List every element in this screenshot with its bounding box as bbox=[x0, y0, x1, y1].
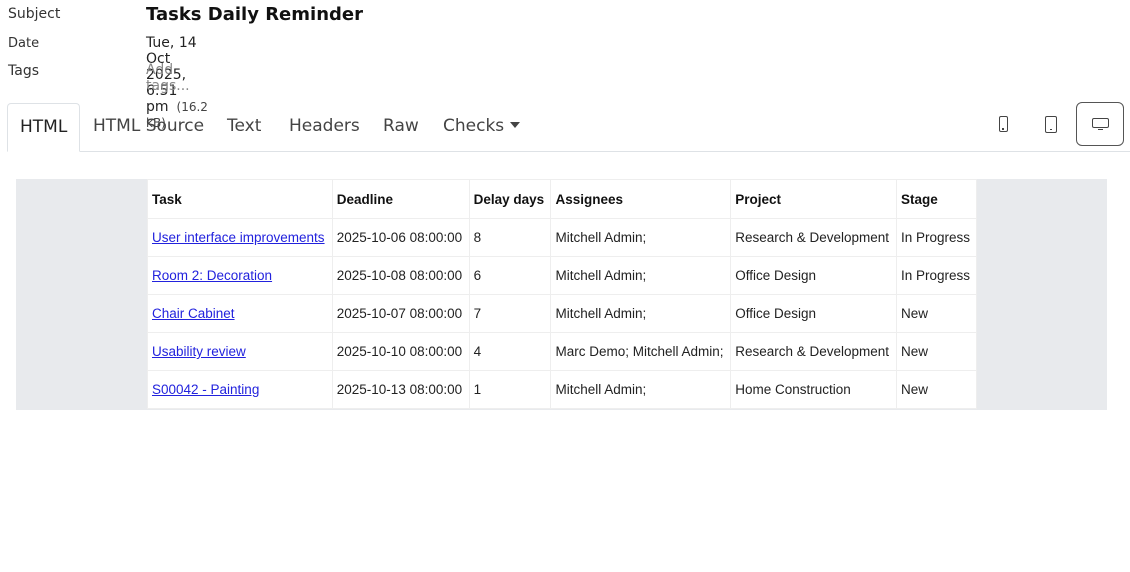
desktop-icon bbox=[1091, 117, 1109, 131]
tab-checks-label: Checks bbox=[443, 116, 505, 136]
table-row: S00042 - Painting 2025-10-13 08:00:00 1 … bbox=[147, 370, 977, 409]
project-cell: Office Design bbox=[730, 256, 898, 295]
tab-html-source[interactable]: HTML Source bbox=[81, 103, 216, 150]
task-cell: User interface improvements bbox=[147, 218, 333, 257]
project-cell: Research & Development bbox=[730, 218, 898, 257]
delay-cell: 7 bbox=[468, 294, 552, 333]
delay-cell: 8 bbox=[468, 218, 552, 257]
delay-cell: 4 bbox=[468, 332, 552, 371]
deadline-cell: 2025-10-13 08:00:00 bbox=[331, 370, 470, 409]
caret-down-icon bbox=[510, 122, 521, 128]
project-cell: Office Design bbox=[730, 294, 898, 333]
column-header-task: Task bbox=[147, 179, 333, 219]
phone-icon bbox=[998, 116, 1008, 132]
tab-headers[interactable]: Headers bbox=[277, 103, 372, 150]
column-header-project: Project bbox=[730, 179, 898, 219]
task-cell: S00042 - Painting bbox=[147, 370, 333, 409]
subject-label: Subject bbox=[8, 6, 61, 22]
date-label: Date bbox=[8, 36, 40, 51]
table-row: Room 2: Decoration 2025-10-08 08:00:00 6… bbox=[147, 256, 977, 295]
stage-cell: New bbox=[896, 294, 977, 333]
task-link[interactable]: S00042 - Painting bbox=[152, 382, 259, 397]
tab-checks[interactable]: Checks bbox=[431, 103, 532, 150]
tab-text[interactable]: Text bbox=[215, 103, 273, 150]
tab-raw[interactable]: Raw bbox=[371, 103, 431, 150]
table-row: Chair Cabinet 2025-10-07 08:00:00 7 Mitc… bbox=[147, 294, 977, 333]
mobile-view-button[interactable] bbox=[981, 102, 1025, 146]
column-header-delay-days: Delay days bbox=[468, 179, 552, 219]
stage-cell: In Progress bbox=[896, 256, 977, 295]
view-tabs: HTML HTML Source Text Headers Raw Checks bbox=[7, 103, 1130, 152]
tablet-icon bbox=[1045, 115, 1057, 133]
task-link[interactable]: Usability review bbox=[152, 344, 246, 359]
deadline-cell: 2025-10-10 08:00:00 bbox=[331, 332, 470, 371]
task-link[interactable]: Chair Cabinet bbox=[152, 306, 235, 321]
tab-html[interactable]: HTML bbox=[7, 103, 80, 152]
task-cell: Usability review bbox=[147, 332, 333, 371]
project-cell: Research & Development bbox=[730, 332, 898, 371]
column-header-deadline: Deadline bbox=[331, 179, 470, 219]
tasks-table: Task Deadline Delay days Assignees Proje… bbox=[147, 179, 977, 409]
table-row: Usability review 2025-10-10 08:00:00 4 M… bbox=[147, 332, 977, 371]
tags-label: Tags bbox=[8, 63, 39, 79]
column-header-assignees: Assignees bbox=[550, 179, 732, 219]
deadline-cell: 2025-10-07 08:00:00 bbox=[331, 294, 470, 333]
column-header-stage: Stage bbox=[896, 179, 977, 219]
project-cell: Home Construction bbox=[730, 370, 898, 409]
task-cell: Chair Cabinet bbox=[147, 294, 333, 333]
deadline-cell: 2025-10-08 08:00:00 bbox=[331, 256, 470, 295]
stage-cell: New bbox=[896, 370, 977, 409]
delay-cell: 1 bbox=[468, 370, 552, 409]
task-link[interactable]: Room 2: Decoration bbox=[152, 268, 272, 283]
delay-cell: 6 bbox=[468, 256, 552, 295]
desktop-view-button[interactable] bbox=[1076, 102, 1124, 146]
add-tags-input[interactable]: Add tags... bbox=[146, 62, 190, 94]
tablet-view-button[interactable] bbox=[1029, 102, 1073, 146]
task-link[interactable]: User interface improvements bbox=[152, 230, 325, 245]
subject-value: Tasks Daily Reminder bbox=[146, 4, 363, 25]
subject-row: Subject Tasks Daily Reminder bbox=[8, 4, 1118, 32]
deadline-cell: 2025-10-06 08:00:00 bbox=[331, 218, 470, 257]
email-preview: Task Deadline Delay days Assignees Proje… bbox=[16, 179, 1107, 410]
table-header-row: Task Deadline Delay days Assignees Proje… bbox=[147, 179, 977, 219]
stage-cell: In Progress bbox=[896, 218, 977, 257]
assignees-cell: Marc Demo; Mitchell Admin; bbox=[550, 332, 732, 371]
message-meta: Subject Tasks Daily Reminder Date Tue, 1… bbox=[8, 0, 1118, 130]
table-row: User interface improvements 2025-10-06 0… bbox=[147, 218, 977, 257]
assignees-cell: Mitchell Admin; bbox=[550, 294, 732, 333]
stage-cell: New bbox=[896, 332, 977, 371]
assignees-cell: Mitchell Admin; bbox=[550, 370, 732, 409]
assignees-cell: Mitchell Admin; bbox=[550, 256, 732, 295]
assignees-cell: Mitchell Admin; bbox=[550, 218, 732, 257]
task-cell: Room 2: Decoration bbox=[147, 256, 333, 295]
